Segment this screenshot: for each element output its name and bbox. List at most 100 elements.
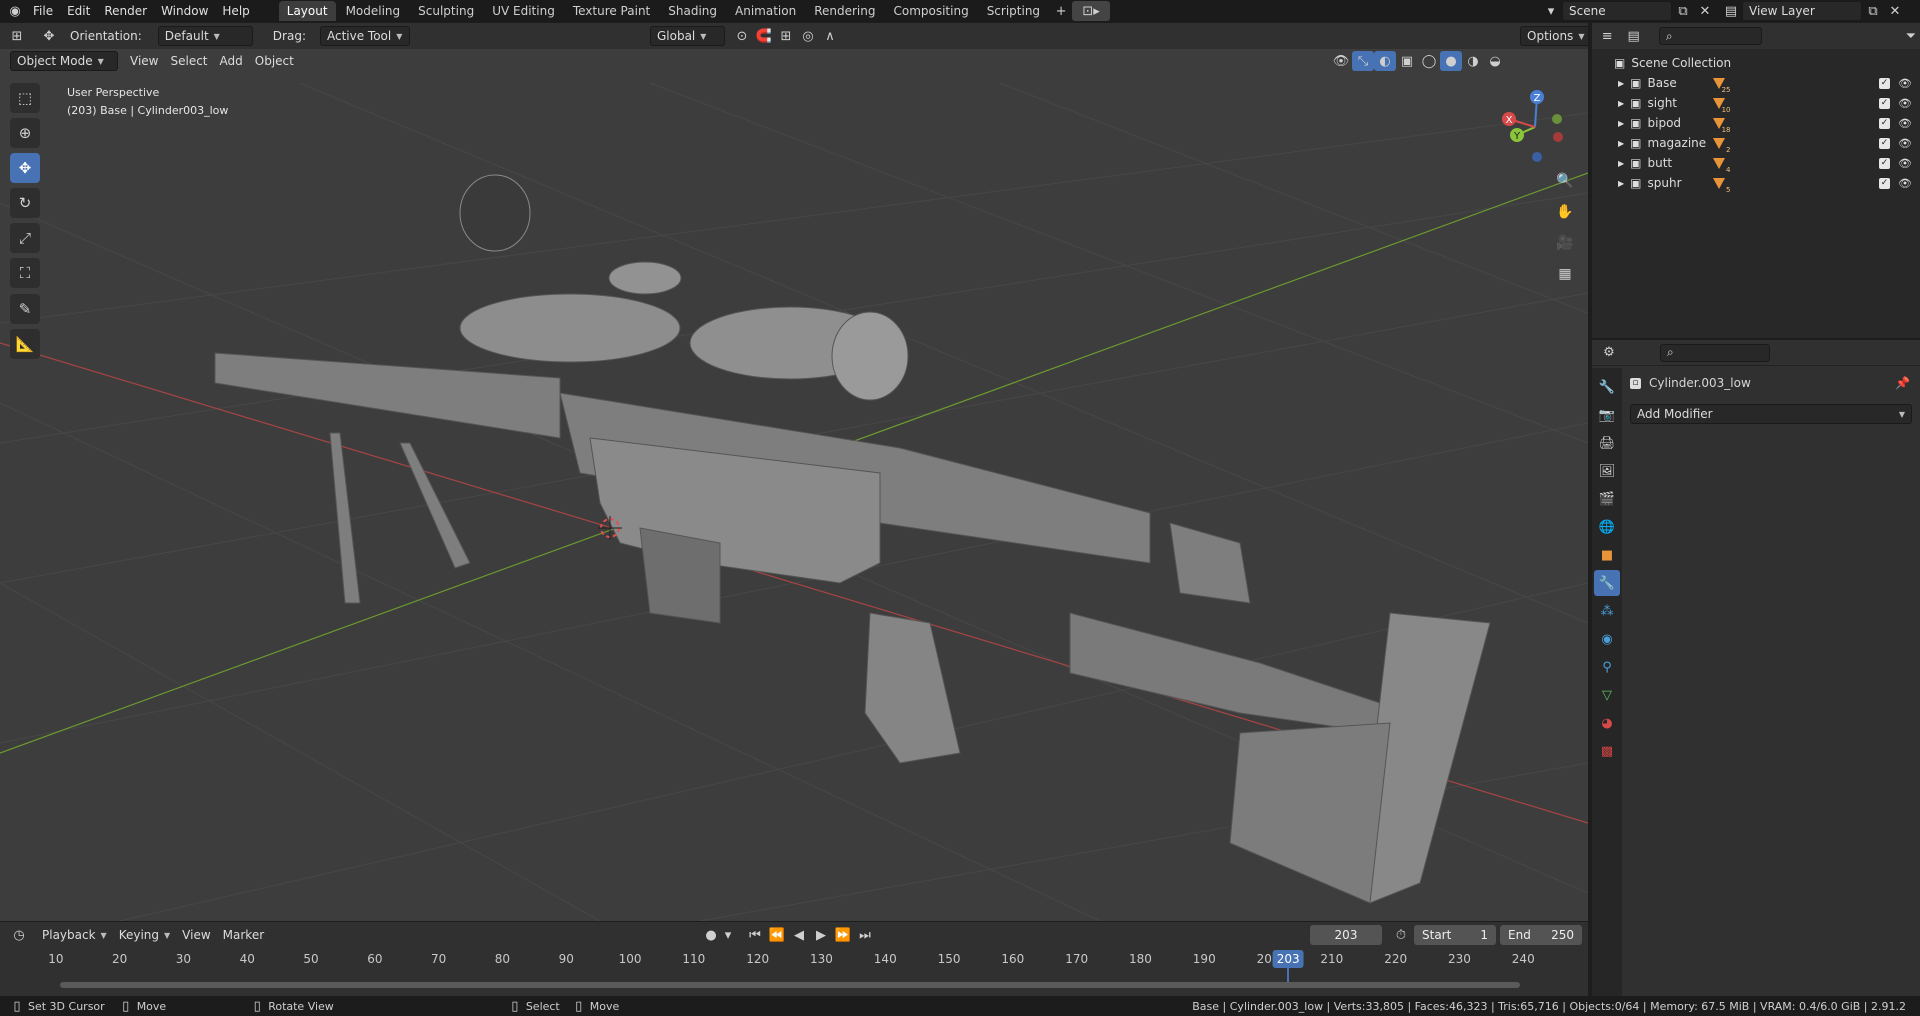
editor-type-icon[interactable]: ⊞: [6, 26, 28, 46]
editor-type-icon[interactable]: ◷: [8, 925, 30, 945]
menu-marker[interactable]: Marker: [217, 925, 270, 945]
jump-end-icon[interactable]: ⏭: [854, 925, 876, 945]
move-tool[interactable]: ✥: [10, 153, 40, 183]
scene-copy-icon[interactable]: ⧉: [1672, 1, 1694, 21]
display-mode-icon[interactable]: ▤: [1624, 26, 1642, 46]
visibility-icon[interactable]: 👁: [1330, 51, 1352, 71]
expand-arrow-icon[interactable]: ▶: [1618, 159, 1624, 168]
scale-tool[interactable]: ⤢: [10, 223, 40, 253]
proportional-editing-icon[interactable]: ◎: [797, 26, 819, 46]
tab-texture-paint[interactable]: Texture Paint: [565, 1, 658, 21]
scene-collection-row[interactable]: ▣ Scene Collection: [1592, 53, 1920, 73]
ortho-grid-icon[interactable]: ▦: [1553, 262, 1577, 286]
xray-icon[interactable]: ▣: [1396, 51, 1418, 71]
neg-y-axis-handle[interactable]: [1552, 114, 1562, 124]
scene-icon[interactable]: ▾: [1540, 1, 1562, 21]
modifier-tab-icon[interactable]: 🔧: [1594, 570, 1620, 596]
blender-logo-icon[interactable]: ◉: [4, 1, 26, 21]
record-options-icon[interactable]: ▾: [722, 925, 734, 945]
exclude-checkbox[interactable]: ✓: [1879, 117, 1890, 129]
jump-start-icon[interactable]: ⏮: [744, 925, 766, 945]
record-icon[interactable]: ●: [700, 925, 722, 945]
object-count-icon[interactable]: 25: [1710, 76, 1731, 94]
snap-target-icon[interactable]: ⊞: [775, 26, 797, 46]
snap-icon[interactable]: 🧲: [753, 26, 775, 46]
play-reverse-icon[interactable]: ◀: [788, 925, 810, 945]
exclude-checkbox[interactable]: ✓: [1879, 157, 1890, 169]
eye-icon[interactable]: 👁: [1898, 77, 1912, 90]
view-layer-copy-icon[interactable]: ⧉: [1862, 1, 1884, 21]
menu-playback[interactable]: Playback ▼: [36, 925, 113, 945]
view-layer-icon[interactable]: ▤: [1720, 1, 1742, 21]
exclude-checkbox[interactable]: ✓: [1879, 177, 1890, 189]
timeline-scrollbar[interactable]: [60, 982, 1520, 988]
gizmo-toggle-icon[interactable]: ⤡: [1352, 51, 1374, 71]
prev-keyframe-icon[interactable]: ⏪: [766, 925, 788, 945]
outliner-item[interactable]: ▶ ▣ bipod 18 ✓ 👁: [1592, 113, 1920, 134]
view-layer-field[interactable]: View Layer: [1742, 1, 1862, 21]
clock-icon[interactable]: ⏱: [1390, 925, 1412, 945]
transform-tool-icon[interactable]: ✥: [38, 26, 60, 46]
menu-render[interactable]: Render: [97, 4, 154, 18]
expand-arrow-icon[interactable]: ▶: [1618, 139, 1624, 148]
output-tab-icon[interactable]: 🖨: [1594, 430, 1620, 456]
select-box-tool[interactable]: ⬚: [10, 83, 40, 113]
tab-shading[interactable]: Shading: [660, 1, 725, 21]
outliner-item[interactable]: ▶ ▣ butt 4 ✓ 👁: [1592, 153, 1920, 174]
menu-select[interactable]: Select: [164, 51, 213, 71]
frame-ruler[interactable]: 10 20 30 40 50 60 70 80 90 100 110 120 130 140 150 160 1…: [8, 950, 1580, 986]
eye-icon[interactable]: 👁: [1898, 97, 1912, 110]
tab-rendering[interactable]: Rendering: [806, 1, 883, 21]
tool-tab-icon[interactable]: 🔧: [1594, 374, 1620, 400]
properties-search-input[interactable]: ⌕: [1660, 343, 1770, 362]
eye-icon[interactable]: 👁: [1898, 177, 1912, 190]
eye-icon[interactable]: 👁: [1898, 117, 1912, 130]
workspace-more-icon[interactable]: ⊡▸: [1072, 1, 1111, 21]
playhead-frame-label[interactable]: 203: [1272, 950, 1304, 968]
tab-animation[interactable]: Animation: [727, 1, 804, 21]
cursor-tool[interactable]: ⊕: [10, 118, 40, 148]
expand-arrow-icon[interactable]: ▶: [1618, 99, 1624, 108]
end-frame-field[interactable]: End 250: [1500, 925, 1582, 945]
tab-compositing[interactable]: Compositing: [885, 1, 976, 21]
pivot-icon[interactable]: ⊙: [731, 26, 753, 46]
mode-dropdown[interactable]: Object Mode ▼: [10, 51, 118, 71]
start-frame-field[interactable]: Start 1: [1414, 925, 1496, 945]
wireframe-shading-icon[interactable]: ◯: [1418, 51, 1440, 71]
outliner-search-input[interactable]: ⌕: [1658, 27, 1762, 45]
editor-type-icon[interactable]: ⚙: [1598, 343, 1620, 363]
rendered-shading-icon[interactable]: ◒: [1484, 51, 1506, 71]
eye-icon[interactable]: 👁: [1898, 157, 1912, 170]
tab-layout[interactable]: Layout: [278, 1, 336, 21]
material-tab-icon[interactable]: ◕: [1594, 710, 1620, 736]
tab-scripting[interactable]: Scripting: [979, 1, 1048, 21]
navigation-gizmo[interactable]: Z X Y: [1495, 83, 1575, 163]
pan-hand-icon[interactable]: ✋: [1553, 200, 1577, 224]
rotate-tool[interactable]: ↻: [10, 188, 40, 218]
solid-shading-icon[interactable]: ●: [1440, 51, 1462, 71]
outliner-item[interactable]: ▶ ▣ spuhr 5 ✓ 👁: [1592, 173, 1920, 194]
editor-type-icon[interactable]: ≡: [1598, 26, 1616, 46]
menu-add[interactable]: Add: [214, 51, 249, 71]
menu-file[interactable]: File: [26, 4, 60, 18]
exclude-checkbox[interactable]: ✓: [1879, 137, 1890, 149]
expand-arrow-icon[interactable]: ▶: [1618, 119, 1624, 128]
play-icon[interactable]: ▶: [810, 925, 832, 945]
options-dropdown[interactable]: Options ▼: [1520, 26, 1588, 46]
scene-field[interactable]: Scene: [1562, 1, 1672, 21]
neg-z-axis-handle[interactable]: [1532, 152, 1542, 162]
tab-uv-editing[interactable]: UV Editing: [484, 1, 563, 21]
menu-window[interactable]: Window: [154, 4, 215, 18]
object-tab-icon[interactable]: ■: [1594, 542, 1620, 568]
overlay-toggle-icon[interactable]: ◐: [1374, 51, 1396, 71]
exclude-checkbox[interactable]: ✓: [1879, 97, 1890, 109]
measure-tool[interactable]: 📐: [10, 329, 40, 359]
camera-view-icon[interactable]: 🎥: [1553, 231, 1577, 255]
3d-viewport[interactable]: ⊞ ✥ Orientation: Default ▼ Drag: Active T…: [0, 23, 1588, 921]
add-modifier-dropdown[interactable]: Add Modifier ▼: [1630, 404, 1912, 424]
texture-tab-icon[interactable]: ▩: [1594, 738, 1620, 764]
transform-tool[interactable]: ⛶: [10, 258, 40, 288]
orientation-dropdown[interactable]: Default ▼: [157, 26, 253, 46]
pin-icon[interactable]: 📌: [1895, 376, 1910, 390]
object-count-icon[interactable]: 4: [1710, 156, 1731, 174]
